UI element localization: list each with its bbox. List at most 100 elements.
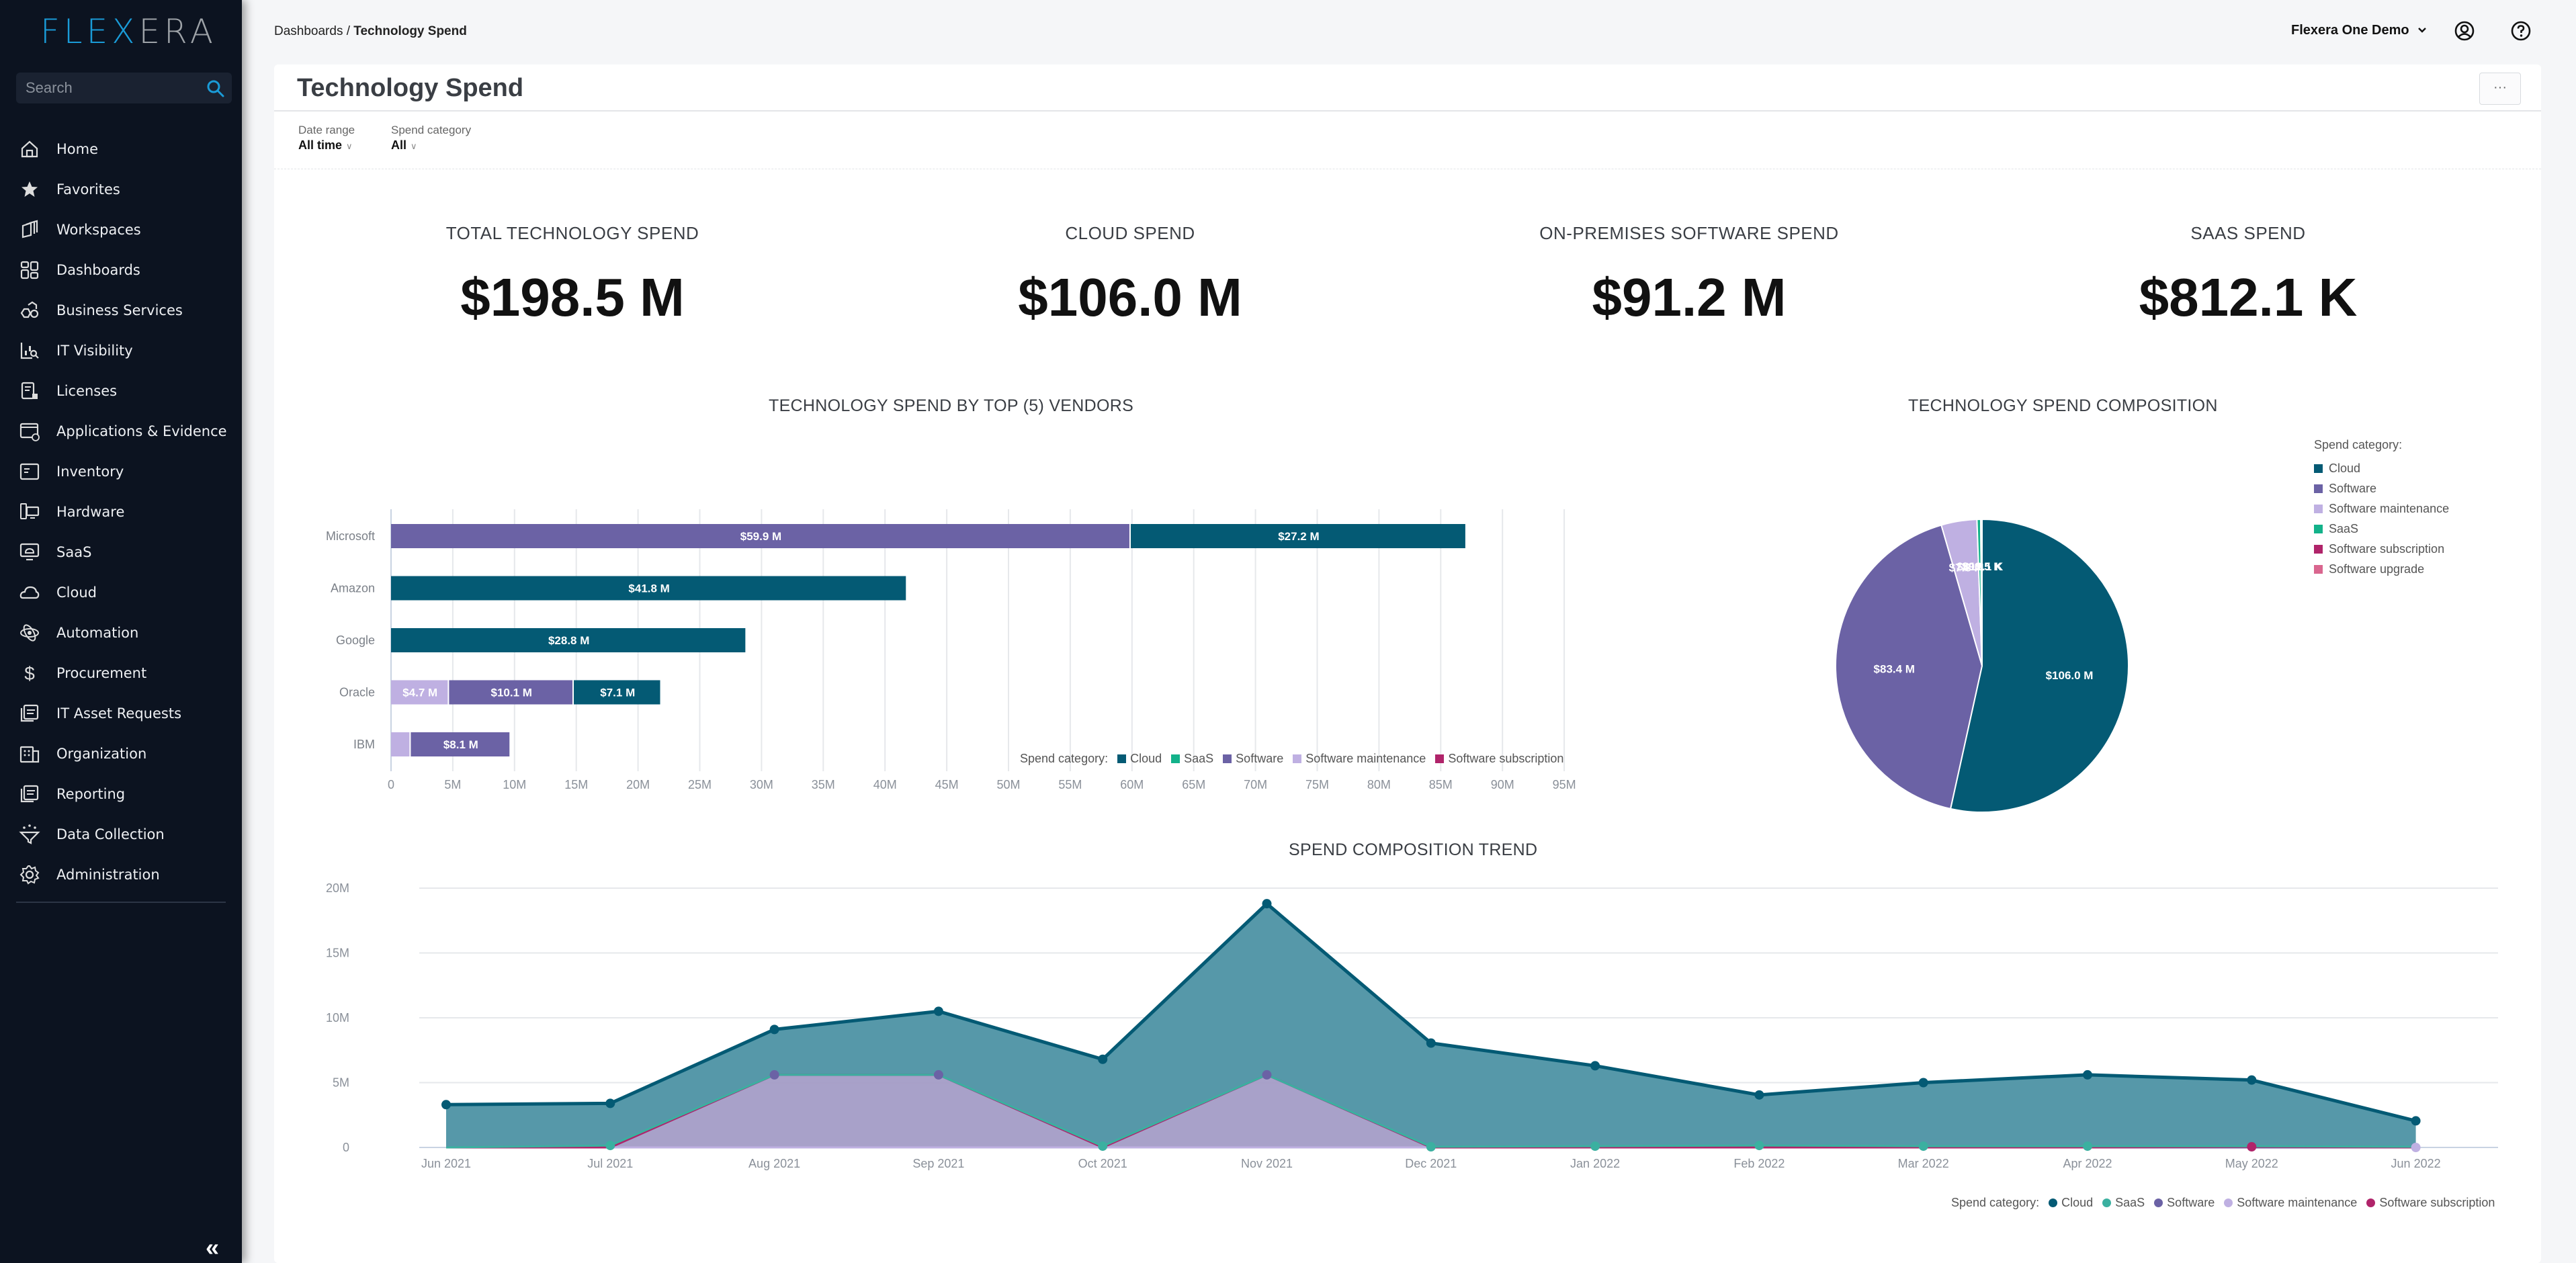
data-point[interactable] <box>1098 1141 1108 1151</box>
x-tick-label: 75M <box>1305 778 1329 791</box>
data-point[interactable] <box>1590 1141 1600 1151</box>
legend-item[interactable]: Software subscription <box>2366 1196 2495 1210</box>
sidebar-item-cloud[interactable]: Cloud <box>0 572 242 613</box>
data-point[interactable] <box>769 1025 779 1035</box>
legend-item[interactable]: Cloud <box>1117 752 1162 766</box>
sidebar-item-home[interactable]: Home <box>0 129 242 169</box>
sidebar-item-procurement[interactable]: $ Procurement <box>0 653 242 693</box>
filter-spend-category[interactable]: Spend category All ∨ <box>391 124 471 153</box>
x-tick-label: 5M <box>444 778 461 791</box>
x-tick-label: Jul 2021 <box>587 1157 633 1170</box>
legend-item[interactable]: Software subscription <box>1435 752 1563 766</box>
x-tick-label: Dec 2021 <box>1405 1157 1457 1170</box>
sidebar-item-it-visibility[interactable]: IT Visibility <box>0 331 242 371</box>
data-point[interactable] <box>2083 1141 2092 1151</box>
legend-item[interactable]: Software maintenance <box>1293 752 1426 766</box>
data-point[interactable] <box>933 1006 943 1016</box>
legend-item[interactable]: Software maintenance <box>2314 498 2449 519</box>
filter-label: Spend category <box>391 124 472 136</box>
sidebar-item-administration[interactable]: Administration <box>0 855 242 895</box>
legend-item[interactable]: Software <box>2154 1196 2215 1210</box>
legend-label: Software subscription <box>1448 752 1564 765</box>
bar-segment[interactable] <box>391 732 410 756</box>
dollar-icon: $ <box>19 662 40 684</box>
data-point[interactable] <box>1098 1054 1108 1064</box>
data-point[interactable] <box>1918 1141 1928 1151</box>
legend-item[interactable]: SaaS <box>2102 1196 2145 1210</box>
data-point[interactable] <box>1262 1070 1272 1080</box>
sidebar-item-applications-evidence[interactable]: Applications & Evidence <box>0 411 242 451</box>
sidebar-item-favorites[interactable]: Favorites <box>0 169 242 210</box>
legend-item[interactable]: SaaS <box>1171 752 1213 766</box>
requests-icon <box>19 703 40 724</box>
sidebar-item-hardware[interactable]: Hardware <box>0 492 242 532</box>
kpi-label: ON-PREMISES SOFTWARE SPEND <box>1539 223 1839 243</box>
filter-date-range[interactable]: Date range All time ∨ <box>298 124 355 153</box>
data-point[interactable] <box>1426 1142 1436 1152</box>
legend-item[interactable]: Cloud <box>2314 458 2449 478</box>
data-point[interactable] <box>1754 1141 1764 1151</box>
composition-chart-legend: Spend category: Cloud Software Software mai… <box>2314 438 2449 579</box>
legend-item[interactable]: Software <box>2314 478 2449 498</box>
data-point[interactable] <box>1590 1061 1600 1071</box>
breadcrumb-dashboards-link[interactable]: Dashboards <box>274 24 343 38</box>
kpi-total-technology-spend[interactable]: TOTAL TECHNOLOGY SPEND $198.5 M <box>337 223 808 329</box>
inventory-icon <box>19 461 40 482</box>
sidebar-item-workspaces[interactable]: Workspaces <box>0 210 242 250</box>
data-point[interactable] <box>2083 1070 2092 1080</box>
data-point[interactable] <box>2247 1075 2257 1085</box>
sidebar-item-inventory[interactable]: Inventory <box>0 451 242 492</box>
star-icon <box>19 179 40 200</box>
search-icon[interactable] <box>206 79 225 98</box>
data-point[interactable] <box>933 1070 943 1080</box>
kpi-saas-spend[interactable]: SAAS SPEND $812.1 K <box>2013 223 2483 329</box>
data-point[interactable] <box>1426 1038 1436 1048</box>
data-point[interactable] <box>1918 1078 1928 1088</box>
legend-item[interactable]: Software maintenance <box>2224 1196 2357 1210</box>
collapse-sidebar-button[interactable]: « <box>206 1235 219 1260</box>
legend-item[interactable]: Cloud <box>2049 1196 2093 1210</box>
data-point[interactable] <box>605 1098 615 1108</box>
flexera-logo[interactable]: FLEXERA <box>40 12 217 51</box>
kpi-cloud-spend[interactable]: CLOUD SPEND $106.0 M <box>895 223 1365 329</box>
kpi-on-premises-software-spend[interactable]: ON-PREMISES SOFTWARE SPEND $91.2 M <box>1454 223 1924 329</box>
org-switcher[interactable]: Flexera One Demo <box>2291 23 2428 38</box>
bar-data-label: $27.2 M <box>1278 530 1319 543</box>
legend-item[interactable]: Software <box>1223 752 1283 766</box>
sidebar-item-dashboards[interactable]: Dashboards <box>0 250 242 290</box>
breadcrumb-current: Technology Spend <box>353 24 467 38</box>
sidebar-item-it-asset-requests[interactable]: IT Asset Requests <box>0 693 242 734</box>
sidebar-item-saas[interactable]: SaaS <box>0 532 242 572</box>
legend-label: Software subscription <box>2329 541 2445 556</box>
sidebar-item-automation[interactable]: Automation <box>0 613 242 653</box>
data-point[interactable] <box>769 1070 779 1080</box>
legend-swatch <box>1293 754 1302 763</box>
data-point[interactable] <box>1754 1090 1764 1100</box>
more-options-button[interactable]: ··· <box>2479 73 2521 105</box>
data-point[interactable] <box>441 1100 451 1110</box>
user-account-icon[interactable] <box>2454 20 2475 42</box>
sidebar-item-licenses[interactable]: Licenses <box>0 371 242 411</box>
gear-icon <box>19 864 40 885</box>
sidebar-item-label: Cloud <box>56 584 97 601</box>
data-point[interactable] <box>1262 899 1272 909</box>
data-point[interactable] <box>2411 1116 2421 1126</box>
sidebar-item-label: SaaS <box>56 544 92 560</box>
help-icon[interactable] <box>2510 20 2532 42</box>
search-input[interactable] <box>26 73 200 103</box>
pie-slice[interactable] <box>1981 518 1983 666</box>
hardware-icon <box>19 501 40 523</box>
data-point[interactable] <box>605 1141 615 1151</box>
data-point[interactable] <box>2411 1143 2421 1152</box>
sidebar-item-business-services[interactable]: Business Services <box>0 290 242 331</box>
legend-item[interactable]: Software upgrade <box>2314 559 2449 579</box>
sidebar-item-data-collection[interactable]: Data Collection <box>0 814 242 855</box>
legend-item[interactable]: SaaS <box>2314 519 2449 539</box>
org-name: Flexera One Demo <box>2291 23 2409 38</box>
sidebar-item-reporting[interactable]: Reporting <box>0 774 242 814</box>
dashboards-icon <box>19 259 40 281</box>
x-tick-label: Jan 2022 <box>1570 1157 1620 1170</box>
legend-item[interactable]: Software subscription <box>2314 539 2449 559</box>
sidebar-item-organization[interactable]: Organization <box>0 734 242 774</box>
data-point[interactable] <box>2247 1142 2257 1152</box>
